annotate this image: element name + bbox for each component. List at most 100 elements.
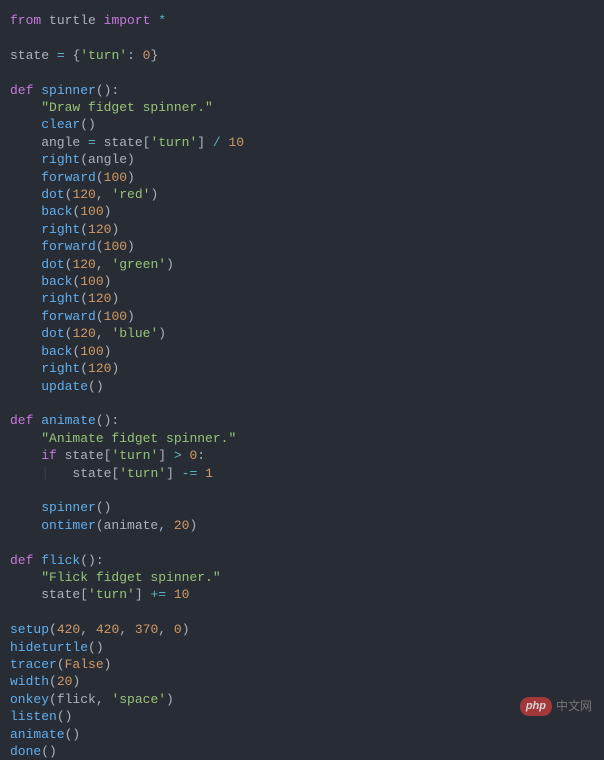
token: dot xyxy=(41,187,64,202)
code-line[interactable]: state = {'turn': 0} xyxy=(10,47,594,64)
code-line[interactable]: forward(100) xyxy=(10,169,594,186)
token: ) xyxy=(127,239,135,254)
code-line[interactable]: from turtle import * xyxy=(10,12,594,29)
code-line[interactable]: spinner() xyxy=(10,499,594,516)
token: angle xyxy=(10,135,88,150)
token: dot xyxy=(41,257,64,272)
token: 120 xyxy=(88,361,111,376)
token xyxy=(10,100,41,115)
code-line[interactable]: "Animate fidget spinner." xyxy=(10,430,594,447)
code-line[interactable]: dot(120, 'green') xyxy=(10,256,594,273)
token: forward xyxy=(41,309,96,324)
token: 'turn' xyxy=(111,448,158,463)
token: ) xyxy=(166,692,174,707)
token: "Animate fidget spinner." xyxy=(41,431,236,446)
code-line[interactable]: update() xyxy=(10,378,594,395)
code-line[interactable]: ontimer(animate, 20) xyxy=(10,517,594,534)
token xyxy=(10,239,41,254)
token xyxy=(10,448,41,463)
token: state xyxy=(10,48,57,63)
code-line[interactable]: dot(120, 'blue') xyxy=(10,325,594,342)
code-line[interactable]: right(120) xyxy=(10,360,594,377)
code-line[interactable]: def spinner(): xyxy=(10,82,594,99)
token xyxy=(10,309,41,324)
token: () xyxy=(41,744,57,759)
token xyxy=(10,361,41,376)
token xyxy=(197,466,205,481)
token: 420 xyxy=(96,622,119,637)
code-line[interactable]: width(20) xyxy=(10,673,594,690)
token: done xyxy=(10,744,41,759)
code-line[interactable]: def animate(): xyxy=(10,412,594,429)
code-line[interactable]: forward(100) xyxy=(10,238,594,255)
code-line[interactable]: "Flick fidget spinner." xyxy=(10,569,594,586)
token: def xyxy=(10,83,33,98)
token: ) xyxy=(111,361,119,376)
token: = xyxy=(88,135,96,150)
code-line[interactable] xyxy=(10,604,594,621)
token: right xyxy=(41,152,80,167)
code-line[interactable]: back(100) xyxy=(10,343,594,360)
code-line[interactable]: forward(100) xyxy=(10,308,594,325)
code-line[interactable]: back(100) xyxy=(10,203,594,220)
token: ) xyxy=(127,309,135,324)
code-line[interactable]: │ state['turn'] -= 1 xyxy=(10,465,594,482)
token: , xyxy=(96,326,112,341)
code-line[interactable]: animate() xyxy=(10,726,594,743)
code-line[interactable]: def flick(): xyxy=(10,552,594,569)
token: onkey xyxy=(10,692,49,707)
code-line[interactable]: listen() xyxy=(10,708,594,725)
token: ] xyxy=(197,135,213,150)
token: 100 xyxy=(104,309,127,324)
code-editor[interactable]: from turtle import * state = {'turn': 0} d… xyxy=(10,12,594,760)
token: ] xyxy=(166,466,182,481)
token: , xyxy=(96,187,112,202)
code-line[interactable]: "Draw fidget spinner." xyxy=(10,99,594,116)
token: ] xyxy=(158,448,174,463)
token: update xyxy=(41,379,88,394)
code-line[interactable]: tracer(False) xyxy=(10,656,594,673)
token: right xyxy=(41,361,80,376)
token: ( xyxy=(96,309,104,324)
token: ( xyxy=(80,361,88,376)
token: 10 xyxy=(174,587,190,602)
token: back xyxy=(41,344,72,359)
token: "Flick fidget spinner." xyxy=(41,570,220,585)
code-line[interactable]: done() xyxy=(10,743,594,760)
code-line[interactable] xyxy=(10,395,594,412)
token xyxy=(10,274,41,289)
code-line[interactable]: dot(120, 'red') xyxy=(10,186,594,203)
code-line[interactable] xyxy=(10,482,594,499)
token: () xyxy=(88,379,104,394)
token: width xyxy=(10,674,49,689)
code-line[interactable]: clear() xyxy=(10,116,594,133)
token: tracer xyxy=(10,657,57,672)
code-line[interactable]: hideturtle() xyxy=(10,639,594,656)
token xyxy=(166,587,174,602)
token: () xyxy=(65,727,81,742)
token xyxy=(10,291,41,306)
token: spinner xyxy=(41,83,96,98)
code-line[interactable]: angle = state['turn'] / 10 xyxy=(10,134,594,151)
token: () xyxy=(57,709,73,724)
code-line[interactable]: back(100) xyxy=(10,273,594,290)
code-line[interactable] xyxy=(10,64,594,81)
token: += xyxy=(150,587,166,602)
token: ( xyxy=(49,674,57,689)
code-line[interactable]: state['turn'] += 10 xyxy=(10,586,594,603)
token xyxy=(10,222,41,237)
code-line[interactable] xyxy=(10,534,594,551)
code-line[interactable]: setup(420, 420, 370, 0) xyxy=(10,621,594,638)
token: * xyxy=(158,13,166,28)
code-line[interactable]: onkey(flick, 'space') xyxy=(10,691,594,708)
token: (): xyxy=(80,553,103,568)
code-line[interactable]: right(120) xyxy=(10,290,594,307)
token: 420 xyxy=(57,622,80,637)
token: -= xyxy=(182,466,198,481)
token: 20 xyxy=(57,674,73,689)
code-line[interactable]: right(angle) xyxy=(10,151,594,168)
code-line[interactable]: right(120) xyxy=(10,221,594,238)
token: (animate, xyxy=(96,518,174,533)
code-line[interactable] xyxy=(10,29,594,46)
code-line[interactable]: if state['turn'] > 0: xyxy=(10,447,594,464)
